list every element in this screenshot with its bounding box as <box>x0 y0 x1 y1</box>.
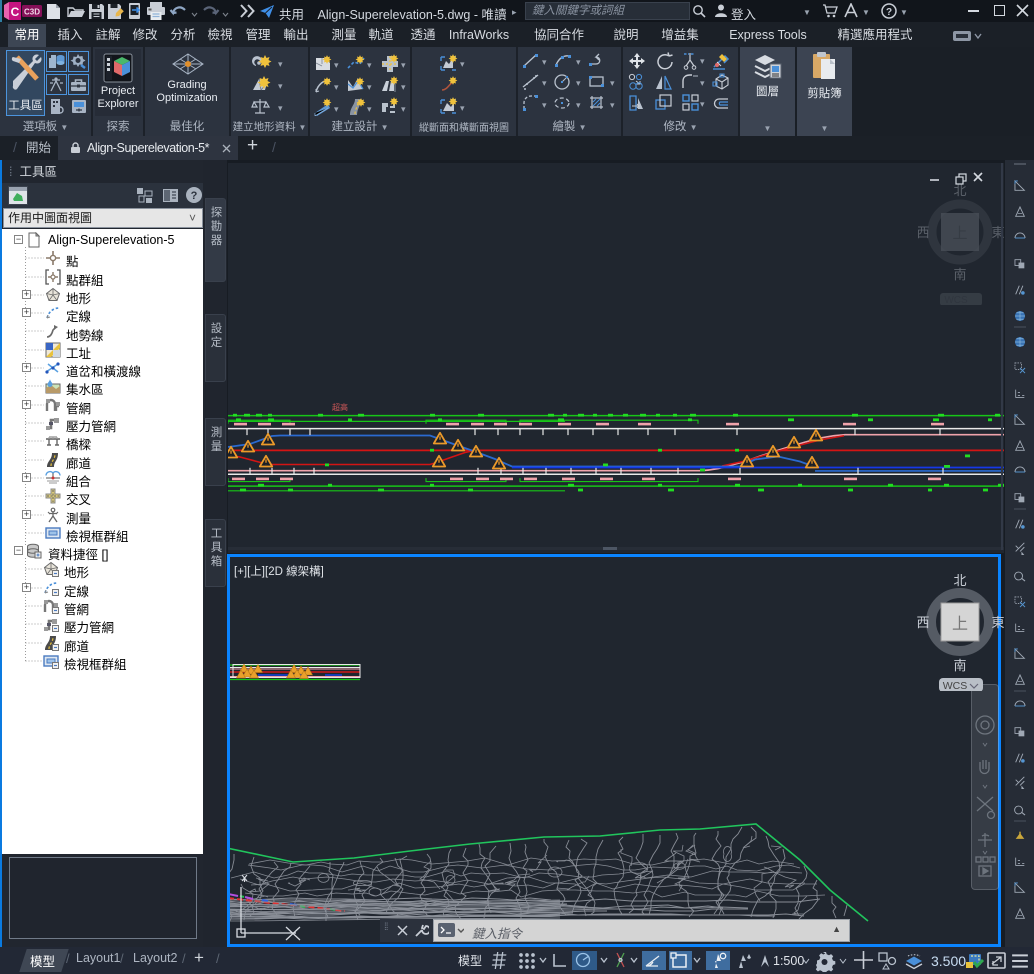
svg-text:超高: 超高 <box>332 402 348 412</box>
svg-text:▾: ▾ <box>334 82 339 92</box>
svg-text:▾: ▾ <box>576 57 581 67</box>
svg-text:北: 北 <box>953 573 966 588</box>
svg-text:▾: ▾ <box>367 104 372 114</box>
svg-text:C3D: C3D <box>24 8 40 17</box>
svg-text:上: 上 <box>952 615 968 633</box>
svg-text:▾: ▾ <box>542 78 547 88</box>
svg-text:▾: ▾ <box>278 59 283 69</box>
svg-text:3.500: 3.500 <box>931 953 966 969</box>
svg-text:東: 東 <box>991 615 1004 630</box>
svg-text:1:500: 1:500 <box>773 954 804 968</box>
svg-text:▾: ▾ <box>278 81 283 91</box>
svg-text:?: ? <box>886 7 892 18</box>
svg-text:WCS: WCS <box>943 680 968 691</box>
svg-text:▾: ▾ <box>278 103 283 113</box>
svg-text:?: ? <box>191 190 198 202</box>
svg-text:▾: ▾ <box>700 56 705 66</box>
svg-text:上: 上 <box>952 225 967 242</box>
svg-text:▾: ▾ <box>334 104 339 114</box>
svg-text:▾: ▾ <box>460 103 465 113</box>
svg-text:▾: ▾ <box>610 78 615 88</box>
svg-text:▾: ▾ <box>700 78 705 88</box>
svg-text:C: C <box>11 5 20 19</box>
svg-text:北: 北 <box>953 183 966 198</box>
svg-text:▾: ▾ <box>576 78 581 88</box>
svg-text:▾: ▾ <box>700 99 705 109</box>
svg-text:西: 西 <box>916 615 929 630</box>
svg-text:▾: ▾ <box>401 82 406 92</box>
svg-text:▾: ▾ <box>401 60 406 70</box>
svg-text:▾: ▾ <box>542 100 547 110</box>
svg-text:▾: ▾ <box>367 82 372 92</box>
svg-text:▾: ▾ <box>460 59 465 69</box>
svg-text:西: 西 <box>918 225 930 240</box>
svg-text:▾: ▾ <box>576 100 581 110</box>
svg-text:▾: ▾ <box>401 104 406 114</box>
svg-text:WCS: WCS <box>944 295 968 305</box>
svg-text:▾: ▾ <box>610 100 615 110</box>
svg-text:▾: ▾ <box>334 60 339 70</box>
svg-text:南: 南 <box>953 658 966 673</box>
svg-text:▾: ▾ <box>367 60 372 70</box>
svg-text:南: 南 <box>953 267 966 282</box>
svg-text:▾: ▾ <box>542 57 547 67</box>
